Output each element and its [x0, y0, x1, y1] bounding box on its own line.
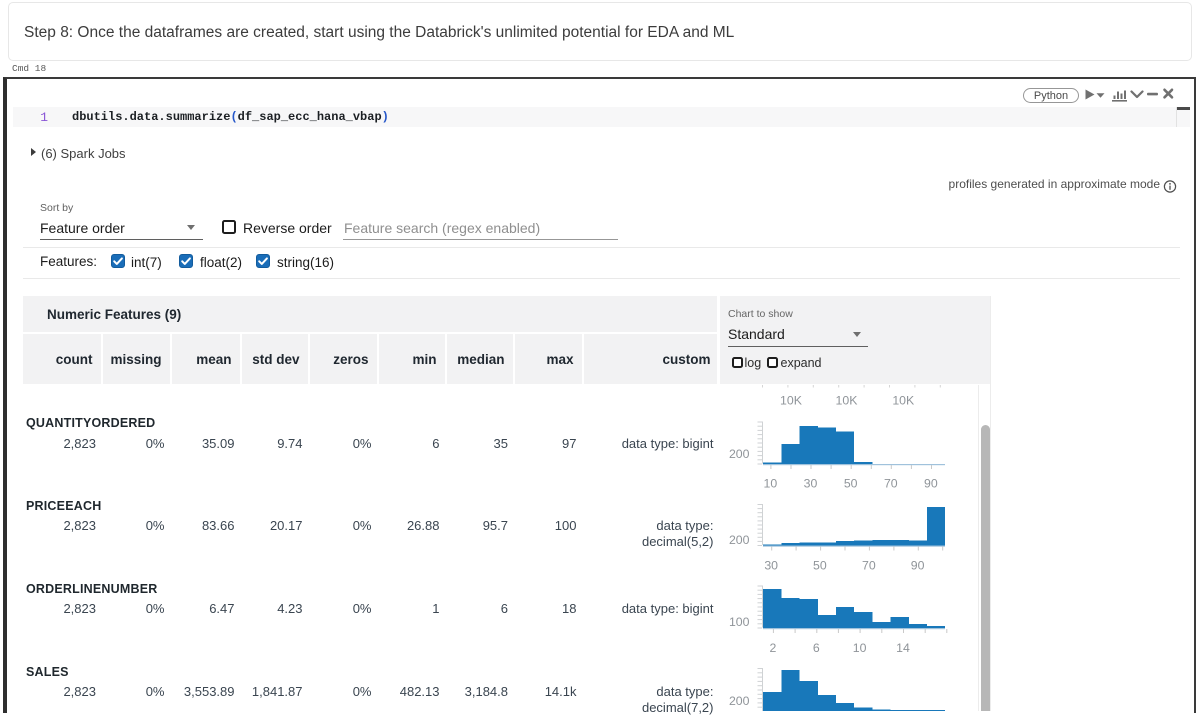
svg-text:30: 30 [764, 559, 778, 573]
svg-text:100: 100 [729, 615, 750, 629]
svg-text:200: 200 [729, 447, 750, 461]
svg-text:200: 200 [729, 694, 750, 708]
svg-text:70: 70 [862, 559, 876, 573]
svg-text:2: 2 [769, 641, 776, 655]
svg-text:10K: 10K [836, 394, 859, 408]
svg-text:6: 6 [813, 641, 820, 655]
svg-text:200: 200 [729, 533, 750, 547]
svg-text:10: 10 [853, 641, 867, 655]
svg-text:90: 90 [911, 559, 925, 573]
svg-text:10: 10 [764, 477, 778, 491]
svg-text:14: 14 [896, 641, 910, 655]
svg-text:10K: 10K [780, 394, 803, 408]
svg-text:70: 70 [884, 477, 898, 491]
svg-text:50: 50 [844, 477, 858, 491]
svg-text:30: 30 [804, 477, 818, 491]
svg-text:90: 90 [924, 477, 938, 491]
svg-text:10K: 10K [892, 394, 915, 408]
svg-text:50: 50 [813, 559, 827, 573]
